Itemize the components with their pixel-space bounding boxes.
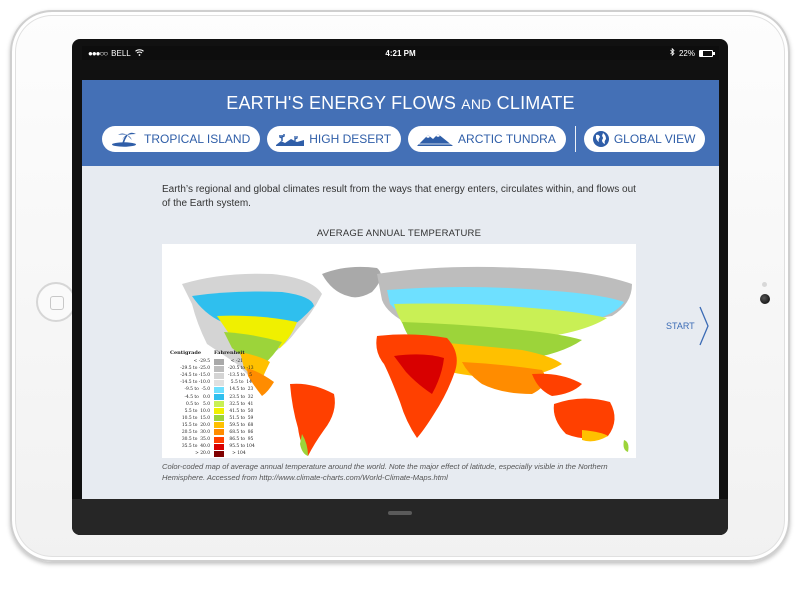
temperature-map: Centigrade Fahrenheit < -29.5 < -21 -29.… — [162, 244, 636, 458]
nav-global-view-button[interactable]: GLOBAL VIEW — [583, 126, 706, 152]
legend-swatch — [214, 415, 224, 422]
camera-icon — [760, 294, 770, 304]
bottom-bar — [72, 499, 728, 535]
chevron-right-icon — [699, 306, 709, 346]
legend-row: 0.5 to 5.0 32.5 to 41 — [183, 401, 254, 408]
globe-icon — [592, 131, 609, 147]
nav-divider — [574, 126, 576, 152]
legend-swatch — [214, 386, 224, 393]
nav-label: HIGH DESERT — [309, 132, 392, 146]
map-caption: Color-coded map of average annual temper… — [162, 462, 608, 482]
nav-tropical-island-button[interactable]: TROPICAL ISLAND — [102, 126, 261, 152]
map-legend: Centigrade Fahrenheit < -29.5 < -21 -29.… — [170, 350, 256, 457]
status-bar: ●●●○○ BELL 4:21 PM 22% — [82, 46, 719, 60]
start-label: START — [666, 321, 695, 331]
nav-label: TROPICAL ISLAND — [144, 132, 251, 146]
legend-row: 5.5 to 10.0 41.5 to 50 — [181, 408, 254, 415]
legend-swatch — [214, 372, 224, 379]
home-indicator-handle[interactable] — [388, 511, 412, 515]
legend-swatch — [214, 401, 224, 408]
app-header: EARTH'S ENERGY FLOWS AND CLIMATE TROPICA… — [82, 80, 719, 166]
legend-swatch — [214, 379, 224, 386]
main-content: Earth’s regional and global climates res… — [82, 166, 719, 499]
legend-swatch — [214, 429, 224, 436]
palm-island-icon — [112, 132, 136, 147]
map-title: AVERAGE ANNUAL TEMPERATURE — [316, 228, 482, 239]
intro-text: Earth’s regional and global climates res… — [162, 184, 636, 209]
legend-centigrade-label: Centigrade — [170, 350, 202, 356]
app-screen: ●●●○○ BELL 4:21 PM 22% EARTH'S ENERGY FL… — [82, 46, 719, 499]
legend-swatch — [214, 358, 224, 365]
carrier-label: BELL — [111, 48, 131, 58]
legend-row: -4.5 to 0.0 23.5 to 32 — [183, 394, 254, 401]
legend-row: -24.5 to -15.0 -13.5 to 5 — [180, 372, 253, 379]
legend-row: 30.5 to 35.0 86.5 to 95 — [180, 436, 254, 443]
legend-fahrenheit-label: Fahrenheit — [214, 350, 245, 356]
region-nav: TROPICAL ISLAND HIGH DESERT ARCTIC TUNDR… — [102, 126, 712, 152]
battery-percent: 22% — [678, 48, 695, 58]
bluetooth-icon — [670, 47, 675, 58]
nav-high-desert-button[interactable]: HIGH DESERT — [267, 126, 402, 152]
legend-swatch — [214, 408, 224, 415]
legend-row: 15.5 to 20.0 59.5 to 68 — [180, 422, 254, 429]
title-and: AND — [461, 96, 492, 112]
legend-row: 10.5 to 15.0 51.5 to 59 — [180, 415, 254, 422]
toolbar-strip — [82, 60, 719, 80]
wifi-icon — [134, 48, 144, 58]
legend-swatch — [214, 394, 224, 401]
nav-label: GLOBAL VIEW — [613, 132, 696, 146]
mountain-icon — [417, 134, 454, 146]
title-end: CLIMATE — [496, 93, 575, 113]
desert-cactus-icon — [276, 134, 305, 146]
title-main: EARTH'S ENERGY FLOWS — [226, 93, 457, 113]
home-button[interactable] — [36, 282, 76, 322]
status-time: 4:21 PM — [385, 48, 416, 58]
legend-swatch — [214, 365, 224, 372]
legend-swatch — [214, 436, 224, 443]
legend-swatch — [214, 422, 224, 429]
legend-row: > 20.0 > 104 — [186, 450, 246, 457]
legend-row: < -29.5 < -21 — [186, 358, 243, 365]
legend-row: -9.5 to -5.0 14.5 to 23 — [183, 386, 254, 393]
start-button[interactable]: START — [666, 306, 709, 346]
legend-swatch — [214, 443, 224, 450]
battery-icon — [699, 49, 715, 57]
legend-swatch — [214, 450, 224, 457]
legend-row: 20.5 to 30.0 68.5 to 86 — [180, 429, 254, 436]
legend-row: 35.5 to 40.0 95.5 to 104 — [180, 443, 255, 450]
page-title: EARTH'S ENERGY FLOWS AND CLIMATE — [82, 93, 719, 114]
ambient-sensor — [762, 282, 767, 287]
signal-dots-icon: ●●●○○ — [88, 48, 108, 58]
nav-label: ARCTIC TUNDRA — [458, 132, 556, 146]
legend-row: -14.5 to -10.0 5.5 to 14 — [180, 379, 252, 386]
legend-row: -29.5 to -25.0 -20.5 to -13 — [180, 365, 254, 372]
nav-arctic-tundra-button[interactable]: ARCTIC TUNDRA — [408, 126, 566, 152]
